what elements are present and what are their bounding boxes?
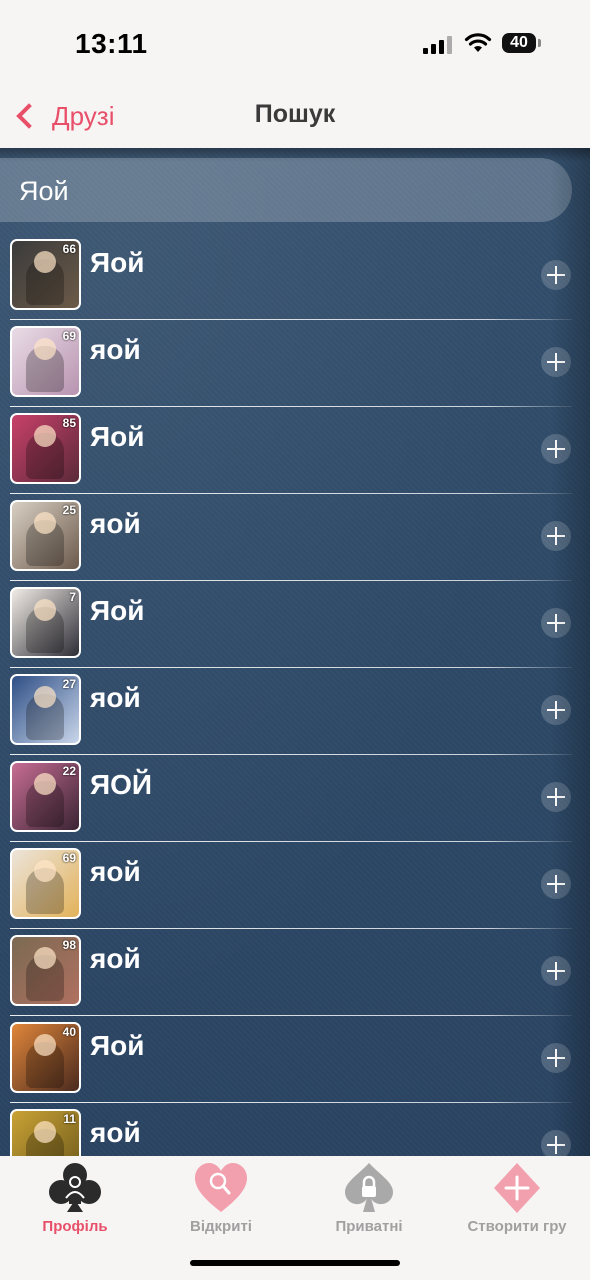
- add-friend-plus-icon[interactable]: [541, 434, 571, 464]
- wifi-icon: [464, 33, 492, 52]
- search-input-value[interactable]: Яой: [19, 176, 69, 207]
- user-name[interactable]: яой: [90, 943, 141, 975]
- battery-indicator: 40: [502, 33, 541, 53]
- add-friend-plus-icon[interactable]: [541, 608, 571, 638]
- avatar[interactable]: 98: [10, 935, 81, 1006]
- user-name[interactable]: ЯОЙ: [90, 769, 152, 801]
- tab-private-label: Приватні: [335, 1218, 403, 1235]
- level-badge: 69: [62, 851, 76, 865]
- tab-open-label: Відкриті: [190, 1218, 252, 1235]
- add-friend-plus-icon[interactable]: [541, 956, 571, 986]
- user-name[interactable]: яой: [90, 1117, 141, 1149]
- result-row[interactable]: 98 яой: [0, 931, 590, 1018]
- level-badge: 40: [62, 1025, 76, 1039]
- result-row[interactable]: 66 Яой: [0, 235, 590, 322]
- level-badge: 27: [62, 677, 76, 691]
- level-badge: 66: [62, 242, 76, 256]
- club-profile-icon: [49, 1163, 101, 1212]
- spade-lock-icon: [345, 1163, 393, 1212]
- result-row[interactable]: 11 яой: [0, 1105, 590, 1156]
- avatar[interactable]: 40: [10, 1022, 81, 1093]
- avatar[interactable]: 25: [10, 500, 81, 571]
- results-list: 66 Яой 69 яой 85 Яой 25 яой 7 Яой 27 яой…: [0, 235, 590, 1156]
- level-badge: 85: [62, 416, 76, 430]
- add-friend-plus-icon[interactable]: [541, 782, 571, 812]
- avatar[interactable]: 22: [10, 761, 81, 832]
- avatar[interactable]: 11: [10, 1109, 81, 1156]
- add-friend-plus-icon[interactable]: [541, 347, 571, 377]
- result-row[interactable]: 85 Яой: [0, 409, 590, 496]
- user-name[interactable]: Яой: [90, 421, 144, 453]
- cellular-signal-icon: [423, 36, 453, 54]
- row-divider: [10, 841, 572, 842]
- level-badge: 98: [62, 938, 76, 952]
- row-divider: [10, 1102, 572, 1103]
- user-name[interactable]: Яой: [90, 595, 144, 627]
- result-row[interactable]: 40 Яой: [0, 1018, 590, 1105]
- user-name[interactable]: яой: [90, 508, 141, 540]
- row-divider: [10, 580, 572, 581]
- add-friend-plus-icon[interactable]: [541, 1130, 571, 1156]
- diamond-plus-icon: [494, 1163, 540, 1213]
- tab-open[interactable]: Відкриті: [146, 1160, 296, 1235]
- avatar[interactable]: 7: [10, 587, 81, 658]
- row-divider: [10, 406, 572, 407]
- user-name[interactable]: Яой: [90, 247, 144, 279]
- add-friend-plus-icon[interactable]: [541, 260, 571, 290]
- user-name[interactable]: яой: [90, 856, 141, 888]
- tab-create-game-label: Створити гру: [467, 1218, 567, 1235]
- level-badge: 22: [62, 764, 76, 778]
- row-divider: [10, 928, 572, 929]
- navigation-bar: Друзі Пошук: [0, 86, 590, 148]
- user-name[interactable]: Яой: [90, 1030, 144, 1062]
- status-bar: 13:11 40: [0, 0, 590, 86]
- level-badge: 7: [69, 590, 76, 604]
- row-divider: [10, 493, 572, 494]
- result-row[interactable]: 7 Яой: [0, 583, 590, 670]
- tab-create-game[interactable]: Створити гру: [442, 1160, 590, 1235]
- user-name[interactable]: яой: [90, 334, 141, 366]
- level-badge: 11: [63, 1112, 76, 1126]
- result-row[interactable]: 69 яой: [0, 322, 590, 409]
- tab-profile[interactable]: Профіль: [0, 1160, 150, 1235]
- row-divider: [10, 754, 572, 755]
- page-title: Пошук: [254, 100, 336, 128]
- result-row[interactable]: 22 ЯОЙ: [0, 757, 590, 844]
- heart-search-icon: [195, 1163, 247, 1212]
- level-badge: 69: [62, 329, 76, 343]
- search-field[interactable]: Яой: [0, 158, 572, 222]
- level-badge: 25: [62, 503, 76, 517]
- row-divider: [10, 667, 572, 668]
- avatar[interactable]: 69: [10, 848, 81, 919]
- tab-profile-label: Профіль: [42, 1218, 108, 1235]
- user-name[interactable]: яой: [90, 682, 141, 714]
- avatar[interactable]: 66: [10, 239, 81, 310]
- result-row[interactable]: 25 яой: [0, 496, 590, 583]
- add-friend-plus-icon[interactable]: [541, 1043, 571, 1073]
- results-panel: Яой 66 Яой 69 яой 85 Яой 25 яой 7 Яой 27…: [0, 148, 590, 1156]
- row-divider: [10, 1015, 572, 1016]
- add-friend-plus-icon[interactable]: [541, 521, 571, 551]
- add-friend-plus-icon[interactable]: [541, 869, 571, 899]
- status-time: 13:11: [75, 28, 148, 59]
- avatar[interactable]: 69: [10, 326, 81, 397]
- avatar[interactable]: 85: [10, 413, 81, 484]
- result-row[interactable]: 27 яой: [0, 670, 590, 757]
- row-divider: [10, 319, 572, 320]
- avatar[interactable]: 27: [10, 674, 81, 745]
- home-indicator: [190, 1260, 400, 1266]
- add-friend-plus-icon[interactable]: [541, 695, 571, 725]
- result-row[interactable]: 69 яой: [0, 844, 590, 931]
- tab-private[interactable]: Приватні: [294, 1160, 444, 1235]
